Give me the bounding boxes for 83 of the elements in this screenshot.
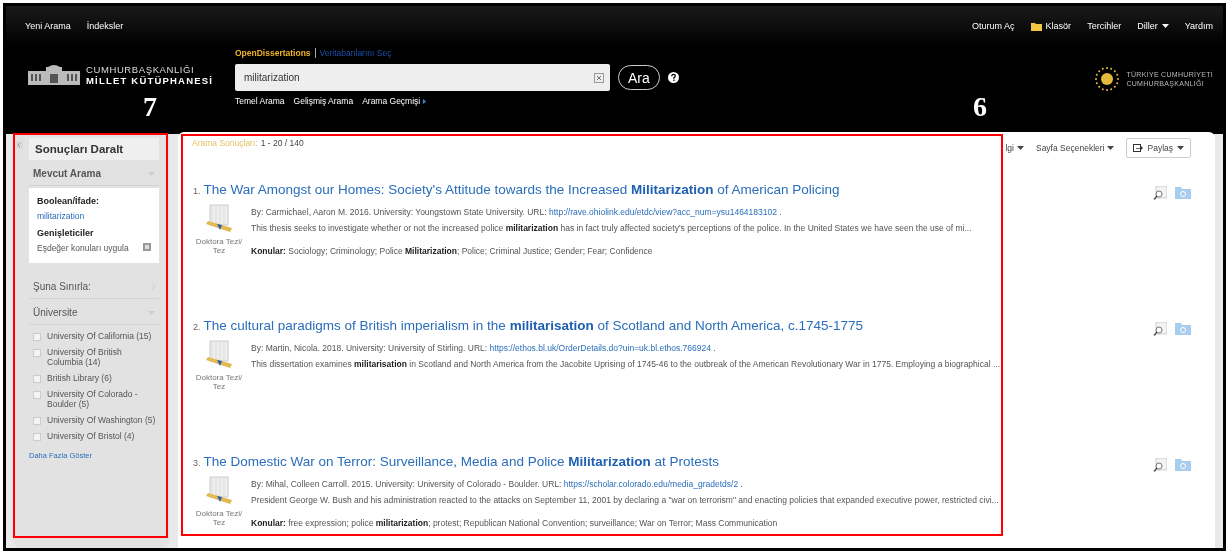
nav-link[interactable]: Oturum Aç	[972, 21, 1015, 31]
preview-icon[interactable]	[1153, 458, 1167, 472]
search-link[interactable]: Gelişmiş Arama	[293, 96, 354, 106]
thesis-icon	[204, 476, 234, 506]
checkbox[interactable]	[33, 433, 41, 441]
caret-icon	[1161, 24, 1169, 28]
caret-icon	[1016, 146, 1024, 150]
toolbar-menu[interactable]: Sayfa Seçenekleri	[1035, 143, 1115, 153]
search-link[interactable]: Temel Arama	[235, 96, 285, 106]
thesis-icon	[204, 204, 234, 234]
document-type: Doktora Tezi/ Tez	[194, 373, 244, 391]
url-link[interactable]: https://scholar.colorado.edu/media_gradetds/2	[563, 479, 739, 489]
facet-option[interactable]: University Of British Columbia (14)	[47, 347, 159, 367]
result-title-link[interactable]: The cultural paradigms of British imperialism in the militarisation of Scotland and North America, c.1745-1775	[203, 318, 864, 333]
share-icon	[1133, 144, 1144, 152]
facet-option[interactable]: University Of Colorado - Boulder (5)	[47, 389, 159, 409]
checkbox[interactable]	[33, 391, 41, 399]
result-number: 2.	[193, 322, 201, 332]
nav-link[interactable]: Tercihler	[1087, 21, 1122, 31]
result-description: This thesis seeks to investigate whether or not the increased police militarization has in fact truly affected society's perceptions of the police. In the United States we have seen the use of mi...	[251, 223, 972, 233]
result-subjects: Konular: Sociology; Criminology; Police Militarization; Police; Criminal Justice; Gender; Fear; Confidence	[251, 246, 654, 256]
checkbox[interactable]	[33, 349, 41, 357]
logo-text: CUMHURBAŞKANLIĞI	[86, 64, 195, 75]
field-label: Boolean/İfade:	[37, 196, 100, 206]
search-term-link[interactable]: militarization	[37, 211, 151, 221]
building-icon	[28, 65, 80, 85]
checkbox[interactable]	[33, 417, 41, 425]
folder-icon	[1030, 21, 1042, 31]
result-title-link[interactable]: The Domestic War on Terror: Surveillance, Media and Police Militarization at Protests	[203, 454, 719, 469]
document-type: Doktora Tezi/ Tez	[194, 509, 244, 527]
document-type: Doktora Tezi/ Tez	[194, 237, 244, 255]
caret-icon	[1107, 146, 1115, 150]
nav-link[interactable]: Yardım	[1184, 21, 1213, 31]
preview-icon[interactable]	[1153, 186, 1167, 200]
result-number: 1.	[193, 186, 201, 196]
results-label: Arama Sonuçları:	[192, 138, 258, 148]
clear-icon[interactable]	[594, 72, 604, 83]
section-heading[interactable]: Mevcut Arama	[33, 168, 101, 179]
checkbox[interactable]	[33, 375, 41, 383]
search-link[interactable]: Arama Geçmişi	[362, 96, 427, 106]
annotation-number: 7	[143, 92, 157, 122]
result-number: 3.	[193, 458, 201, 468]
folder-icon[interactable]	[1175, 458, 1191, 471]
result-meta: By: Mihal, Colleen Carroll. 2015. University: University of Colorado - Boulder. URL: https://scholar.colorado.edu/media_gradetds/2 .	[251, 479, 744, 489]
database-name: OpenDissertations	[235, 48, 311, 58]
expander-text: Eşdeğer konuları uygula	[37, 243, 129, 253]
nav-link[interactable]: Yeni Arama	[25, 21, 71, 31]
facet-option[interactable]: University Of Washington (5)	[47, 415, 156, 425]
caret-icon	[1177, 146, 1184, 150]
panel-title: Sonuçları Daralt	[29, 138, 159, 160]
folder-icon[interactable]	[1175, 186, 1191, 199]
section-heading[interactable]: Üniversite	[33, 307, 78, 318]
nav-link[interactable]: Diller	[1137, 21, 1169, 31]
facet-option[interactable]: British Library (6)	[47, 373, 112, 383]
checkbox[interactable]	[33, 333, 41, 341]
result-title-link[interactable]: The War Amongst our Homes: Society's Attitude towards the Increased Militarization of American Policing	[203, 182, 840, 197]
result-subjects: Konular: free expression; police militarization; protest; Republican National Convention; surveillance; War on Terror; Mass Communication	[251, 518, 779, 528]
nav-link[interactable]: İndeksler	[86, 21, 124, 31]
url-link[interactable]: https://ethos.bl.uk/OrderDetails.do?uin=uk.bl.ethos.766924	[489, 343, 711, 353]
url-link[interactable]: http://rave.ohiolink.edu/etdc/view?acc_num=ysu1464183102	[548, 207, 777, 217]
annotation-number: 6	[973, 92, 987, 122]
field-label: Genişleticiler	[37, 228, 95, 238]
facet-option[interactable]: University Of California (15)	[47, 331, 152, 341]
result-meta: By: Martin, Nicola. 2018. University: University of Stirling. URL: https://ethos.bl.uk/OrderDetails.do?uin=uk.bl.ethos.766924 .	[251, 343, 717, 353]
preview-icon[interactable]	[1153, 322, 1167, 336]
result-description: This dissertation examines militarisation in Scotland and North America from the Jacobite Uprising of 1745-46 to the outbreak of the American Revolutionary War in 1775. Employing a biographical ...	[251, 359, 1001, 369]
logo-text: MİLLET KÜTÜPHANESİ	[86, 75, 214, 86]
emblem-icon	[1094, 66, 1121, 92]
facet-option[interactable]: University Of Bristol (4)	[47, 431, 135, 441]
results-range: 1 - 20 / 140	[260, 138, 304, 148]
nav-link[interactable]: Klasör	[1030, 21, 1072, 31]
remove-icon[interactable]	[143, 243, 151, 251]
thesis-icon	[204, 340, 234, 370]
collapse-icon[interactable]	[15, 140, 23, 150]
search-field[interactable]: militarization	[235, 64, 610, 91]
search-button[interactable]: Ara	[618, 65, 660, 90]
share-button[interactable]: Paylaş	[1126, 138, 1191, 158]
section-heading[interactable]: Şuna Sınırla:	[33, 281, 91, 292]
folder-icon[interactable]	[1175, 322, 1191, 335]
result-meta: By: Carmichael, Aaron M. 2016. University: Youngstown State University. URL: http://rave.ohiolink.edu/etdc/view?acc_num=ysu1464183102 .	[251, 207, 783, 217]
help-icon[interactable]	[667, 72, 679, 83]
result-description: President George W. Bush and his administration reacted to the attacks on September 11, 2001 by declaring a "war on terrorism" and enacting policies that expanded executive power, restricted civi...	[251, 495, 999, 505]
toolbar-menu[interactable]: lgi	[1005, 143, 1024, 153]
